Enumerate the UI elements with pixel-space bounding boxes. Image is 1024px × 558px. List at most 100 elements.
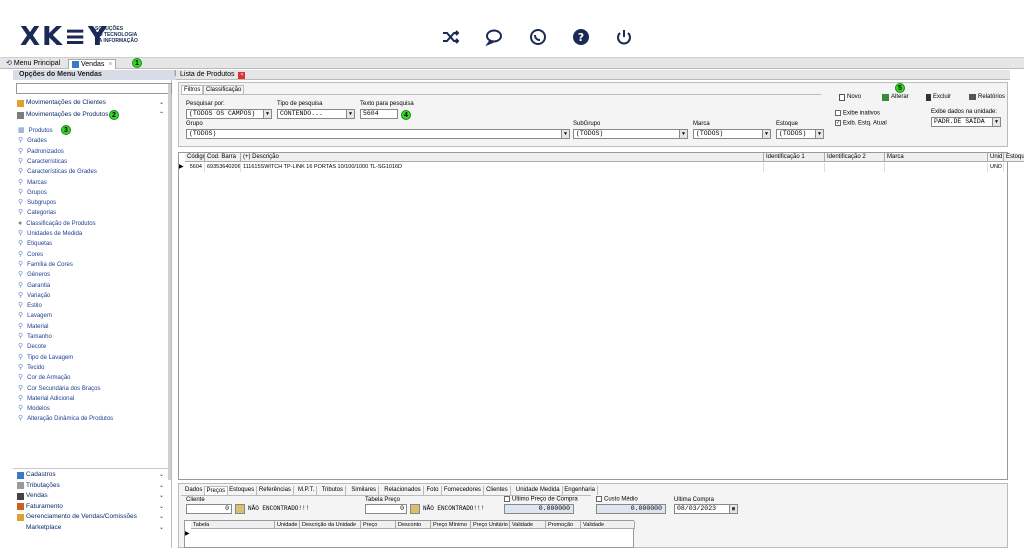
help-icon[interactable]: ? xyxy=(570,26,592,48)
sidebar-item-decote[interactable]: ⚲ Decote xyxy=(18,342,46,352)
price-header-validade[interactable]: Validade xyxy=(510,521,546,529)
price-header-validade[interactable]: Validade xyxy=(581,521,635,529)
sidebar-item-cor-secundaria-dos-bracos[interactable]: ⚲ Cor Secundária dos Braços xyxy=(18,384,101,394)
price-header-preco-unitario[interactable]: Preço Unitário xyxy=(471,521,510,529)
detail-tab-clientes[interactable]: Clientes xyxy=(484,486,511,495)
price-header-descricao-da-unidade[interactable]: Descrição da Unidade xyxy=(300,521,361,529)
detail-tab-referencias[interactable]: Referências xyxy=(257,486,294,495)
sidebar-item-categorias[interactable]: ⚲ Categorias xyxy=(18,208,56,218)
estoque-select[interactable]: (TODOS) ▼ xyxy=(776,129,824,139)
section-tributacoes[interactable]: Tributações ⌄ xyxy=(13,481,170,491)
exibe-inativos-checkbox[interactable]: Exibe inativos xyxy=(835,110,880,117)
grid-cell-identificacao-2[interactable] xyxy=(825,163,885,172)
price-header-desconto[interactable]: Desconto xyxy=(396,521,431,529)
sidebar-item-padronizados[interactable]: ⚲ Padronizados xyxy=(18,147,64,157)
sidebar-item-generos[interactable]: ⚲ Gêneros xyxy=(18,270,50,280)
search-client-icon[interactable] xyxy=(235,504,245,514)
whatsapp-icon[interactable] xyxy=(527,26,549,48)
grid-header-unid[interactable]: Unid. xyxy=(988,153,1004,162)
exibe-dados-select[interactable]: PADR.DE SAÍDA ▼ xyxy=(931,117,1001,127)
detail-tab-relacionados[interactable]: Relacionados xyxy=(382,486,424,495)
grid-header-estoque-atual[interactable]: Estoque atual xyxy=(1004,153,1024,162)
grid-header-codigo[interactable]: Código xyxy=(185,153,205,162)
sidebar-item-grades[interactable]: ⚲ Grades xyxy=(18,136,47,146)
detail-tab-similares[interactable]: Similares xyxy=(349,486,380,495)
custo-medio-checkbox[interactable]: Custo Médio xyxy=(596,496,638,503)
texto-input[interactable]: 5604 xyxy=(360,109,398,119)
detail-tab-foto[interactable]: Foto xyxy=(425,486,442,495)
cliente-input[interactable]: 0 xyxy=(186,504,232,514)
novo-button[interactable]: Novo xyxy=(839,92,861,102)
detail-tab-m-p-t[interactable]: M.P.T. xyxy=(296,486,318,495)
price-header-unidade[interactable]: Unidade xyxy=(275,521,300,529)
grid-cell-marca[interactable] xyxy=(885,163,988,172)
sidebar-item-modelos[interactable]: ⚲ Modelos xyxy=(18,404,50,414)
detail-tab-tributos[interactable]: Tributos xyxy=(320,486,347,495)
grid-header-descricao[interactable]: (+) Descrição xyxy=(241,153,764,162)
alterar-button[interactable]: Alterar xyxy=(882,92,909,102)
sidebar-item-cores[interactable]: ⚲ Cores xyxy=(18,250,43,260)
detail-tab-dados[interactable]: Dados xyxy=(183,486,206,495)
tipo-select[interactable]: CONTENDO... ▼ xyxy=(277,109,355,119)
sidebar-item-tipo-de-lavagem[interactable]: ⚲ Tipo de Lavagem xyxy=(18,353,73,363)
sidebar-item-familia-de-cores[interactable]: ⚲ Família de Cores xyxy=(18,260,73,270)
price-header-preco[interactable]: Preço xyxy=(361,521,396,529)
price-header-promocao[interactable]: Promoção xyxy=(546,521,581,529)
pesquisar-select[interactable]: (TODOS OS CAMPOS) ▼ xyxy=(186,109,272,119)
ultimo-preco-checkbox[interactable]: Ultimo Preço de Compra xyxy=(504,496,578,503)
sidebar-item-caracteristicas-de-grades[interactable]: ⚲ Características de Grades xyxy=(18,167,97,177)
subtab-filtros[interactable]: Filtros xyxy=(181,85,204,94)
exib-estq-checkbox[interactable]: ✓ Exib. Estq. Atual xyxy=(835,120,887,127)
sidebar-item-material-adicional[interactable]: ⚲ Material Adicional xyxy=(18,394,74,404)
relatorios-button[interactable]: Relatórios xyxy=(969,92,1005,102)
section-movimentacoes-produtos[interactable]: Movimentações de Produtos ⌃ xyxy=(13,110,170,120)
shuffle-icon[interactable] xyxy=(440,26,462,48)
sidebar-item-produtos[interactable]: ▦ Produtos xyxy=(18,126,53,136)
close-tab-icon[interactable]: × xyxy=(108,60,112,70)
grid-header-marca[interactable]: Marca xyxy=(885,153,988,162)
section-movimentacoes-clientes[interactable]: Movimentações de Clientes ⌄ xyxy=(13,98,170,108)
detail-tab-engenharia[interactable]: Engenharia xyxy=(562,486,598,495)
grid-cell-cod-barra[interactable]: 69353640206 xyxy=(205,163,241,172)
detail-tab-precos[interactable]: Preços xyxy=(203,486,229,495)
sidebar-item-material[interactable]: ⚲ Material xyxy=(18,322,48,332)
sidebar-item-variacao[interactable]: ⚲ Variação xyxy=(18,291,50,301)
excluir-button[interactable]: Excluir xyxy=(926,92,951,102)
grupo-select[interactable]: (TODOS) ▼ xyxy=(186,129,570,139)
section-cadastros[interactable]: Cadastros ⌄ xyxy=(13,470,170,480)
tab-lista-produtos[interactable]: Lista de Produtos × xyxy=(180,70,246,80)
menu-search-input[interactable] xyxy=(16,83,172,94)
chat-icon[interactable] xyxy=(484,26,506,48)
left-scrollbar[interactable] xyxy=(168,84,171,480)
sidebar-item-tamanho[interactable]: ⚲ Tamanho xyxy=(18,332,52,342)
power-icon[interactable] xyxy=(613,26,635,48)
sidebar-item-grupos[interactable]: ⚲ Grupos xyxy=(18,188,47,198)
sidebar-item-classificacao-de-produtos[interactable]: ● Classificação de Produtos xyxy=(18,219,96,229)
grid-cell-descricao[interactable]: 111615SWITCH TP-LINK 16 PORTAS 10/100/10… xyxy=(241,163,764,172)
sidebar-item-cor-de-armacao[interactable]: ⚲ Cor de Armação xyxy=(18,373,71,383)
sidebar-item-etiquetas[interactable]: ⚲ Etiquetas xyxy=(18,239,52,249)
calendar-icon[interactable]: ▦ xyxy=(729,505,737,513)
sidebar-item-unidades-de-medida[interactable]: ⚲ Unidades de Medida xyxy=(18,229,82,239)
price-header-preco-minimo[interactable]: Preço Mínimo xyxy=(431,521,471,529)
ultima-compra-input[interactable]: 08/03/2023 ▦ xyxy=(674,504,738,514)
sidebar-item-estilo[interactable]: ⚲ Estilo xyxy=(18,301,42,311)
subgrupo-select[interactable]: (TODOS) ▼ xyxy=(573,129,688,139)
section-vendas[interactable]: Vendas ⌄ xyxy=(13,491,170,501)
section-marketplace[interactable]: Marketplace ⌄ xyxy=(13,523,170,533)
sidebar-item-alteracao-dinamica-de-produtos[interactable]: ⚲ Alteração Dinâmica de Produtos xyxy=(18,414,113,424)
marca-select[interactable]: (TODOS) ▼ xyxy=(693,129,771,139)
detail-tab-estoques[interactable]: Estoques xyxy=(227,486,258,495)
sidebar-item-subgrupos[interactable]: ⚲ Subgrupos xyxy=(18,198,56,208)
sidebar-item-tecido[interactable]: ⚲ Tecido xyxy=(18,363,44,373)
grid-header-identificacao-1[interactable]: Identificação 1 xyxy=(764,153,825,162)
sidebar-item-lavagem[interactable]: ⚲ Lavagem xyxy=(18,311,52,321)
search-table-icon[interactable] xyxy=(410,504,420,514)
grid-header-identificacao-2[interactable]: Identificação 2 xyxy=(825,153,885,162)
sidebar-item-caracteristicas[interactable]: ⚲ Características xyxy=(18,157,67,167)
grid-header-cod-barra[interactable]: Cod. Barra xyxy=(205,153,241,162)
grid-cell-unid[interactable]: UND xyxy=(988,163,1004,172)
price-header-tabela[interactable]: Tabela xyxy=(191,521,275,529)
tab-menu-principal[interactable]: ⟲ Menu Principal xyxy=(3,59,63,69)
section-gerenciamento-de-vendas-comissoes[interactable]: Gerenciamento de Vendas/Comissões ⌄ xyxy=(13,512,170,522)
